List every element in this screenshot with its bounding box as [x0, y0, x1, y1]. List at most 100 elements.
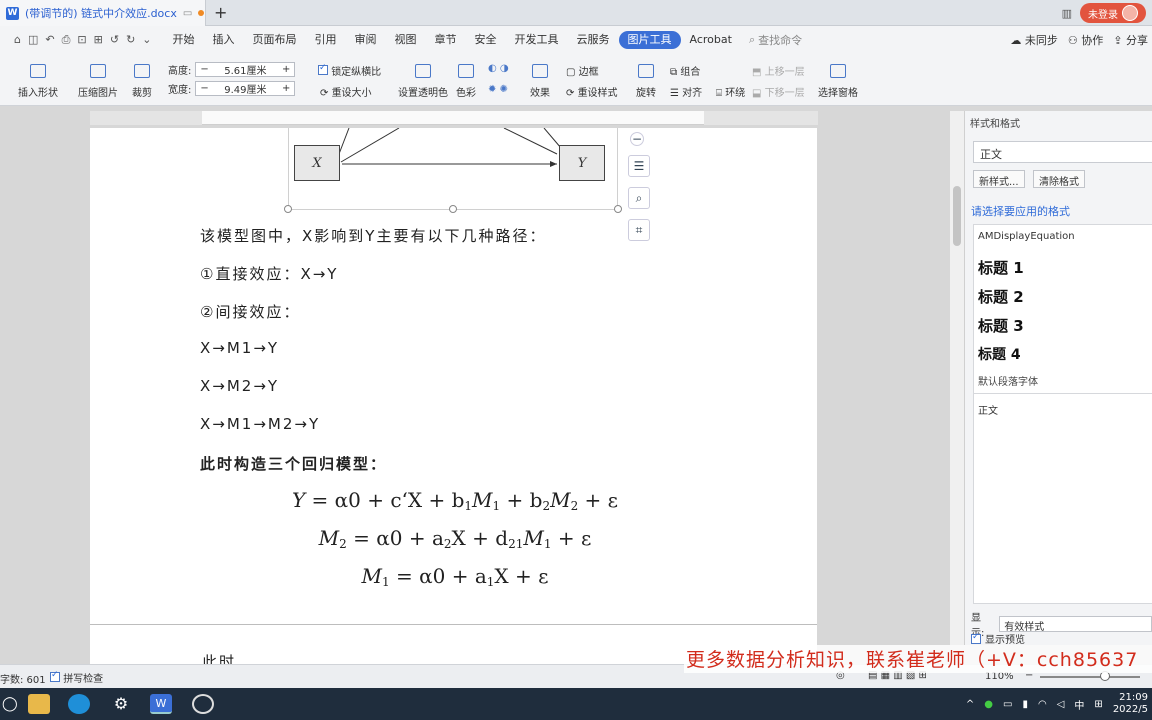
style-item-heading4[interactable]: 标题 4 — [978, 344, 1021, 364]
network-icon[interactable]: ▭ — [1003, 699, 1012, 710]
unsaved-dot-icon[interactable] — [198, 10, 205, 16]
zoom-picture-icon[interactable]: ⌕ — [628, 187, 650, 209]
input-method[interactable]: 中 — [1074, 697, 1084, 712]
height-input[interactable]: −5.61厘米 + — [195, 62, 296, 77]
path-diagram[interactable]: X Y — [288, 128, 618, 210]
tab-window-icon[interactable]: ▭ — [183, 8, 192, 19]
chevron-up-icon[interactable]: ^ — [966, 699, 974, 710]
brightness-icon[interactable]: ◐ ◑ — [488, 63, 509, 74]
color-button[interactable]: 色彩 — [456, 64, 476, 99]
group-button[interactable]: ⧉ 组合 — [670, 63, 700, 78]
wechat-icon[interactable]: ● — [984, 699, 993, 710]
reset-style-button[interactable]: ⟳ 重设样式 — [566, 84, 618, 99]
contrast-icon[interactable]: ✹ ✺ — [488, 84, 508, 95]
style-item-heading2[interactable]: 标题 2 — [978, 286, 1024, 307]
horizontal-ruler[interactable] — [90, 111, 818, 125]
spell-check-button[interactable]: 拼写检查 — [50, 670, 103, 685]
height-label: 高度: — [168, 66, 192, 77]
layout-options-icon[interactable]: ☰ — [628, 155, 650, 177]
clear-format-button[interactable]: 清除格式 — [1033, 170, 1085, 188]
style-item-heading3[interactable]: 标题 3 — [978, 315, 1024, 336]
export-icon[interactable]: ⊞ — [94, 33, 103, 47]
wrap-button[interactable]: ⌸ 环绕 — [716, 84, 745, 99]
send-backward-button[interactable]: ⬓ 下移一层 — [752, 84, 805, 99]
menu-developer[interactable]: 开发工具 — [506, 26, 568, 54]
insert-shape-button[interactable]: 插入形状 — [18, 64, 58, 99]
current-style-field[interactable]: 正文 — [973, 141, 1152, 163]
bring-forward-button[interactable]: ⬒ 上移一层 — [752, 63, 805, 78]
open-icon[interactable]: ◫ — [28, 33, 38, 47]
resize-handle[interactable] — [449, 205, 457, 213]
resize-handle[interactable] — [284, 205, 292, 213]
collapse-icon[interactable]: − — [630, 132, 644, 146]
obs-icon[interactable] — [192, 694, 214, 714]
menu-acrobat[interactable]: Acrobat — [681, 26, 741, 54]
align-button[interactable]: ☰ 对齐 — [670, 84, 702, 99]
document-tab[interactable]: W (带调节的) 链式中介效应.docx ▭ — [0, 0, 206, 26]
scroll-thumb[interactable] — [953, 186, 961, 246]
border-button[interactable]: ▢ 边框 — [566, 63, 599, 78]
lock-ratio-checkbox[interactable]: 锁定纵横比 — [318, 63, 381, 78]
menu-reference[interactable]: 引用 — [306, 26, 346, 54]
equation-1[interactable]: Y = α0 + c‘X + b1M1 + b2M2 + ε — [190, 488, 720, 513]
menu-start[interactable]: 开始 — [164, 26, 204, 54]
ime-grid-icon[interactable]: ⊞ — [1094, 699, 1102, 710]
file-explorer-icon[interactable] — [28, 694, 50, 714]
chevron-down-icon[interactable]: ⌄ — [142, 33, 151, 47]
sync-status[interactable]: ☁ 未同步 — [1010, 32, 1058, 48]
reset-size-button[interactable]: ⟳ 重设大小 — [320, 84, 372, 99]
edge-browser-icon[interactable] — [68, 694, 90, 714]
wifi-icon[interactable]: ◠ — [1038, 699, 1047, 710]
panel-title[interactable]: 样式和格式 — [970, 115, 1020, 130]
settings-gear-icon[interactable]: ⚙ — [110, 694, 132, 714]
compress-picture-button[interactable]: 压缩图片 — [78, 64, 118, 99]
style-item-heading1[interactable]: 标题 1 — [978, 257, 1024, 278]
menu-view[interactable]: 视图 — [386, 26, 426, 54]
menu-insert[interactable]: 插入 — [204, 26, 244, 54]
show-preview-checkbox[interactable]: 显示预览 — [971, 631, 1025, 646]
new-tab-button[interactable]: + — [214, 3, 227, 22]
share-button[interactable]: ⇪ 分享 — [1113, 32, 1148, 48]
resize-handle[interactable] — [614, 205, 622, 213]
undo-icon[interactable]: ↺ — [110, 33, 119, 47]
word-count[interactable]: 字数: 601 — [0, 671, 46, 686]
crop-button[interactable]: 裁剪 — [132, 64, 152, 99]
set-transparent-button[interactable]: 设置透明色 — [398, 64, 448, 99]
menu-picture-tools[interactable]: 图片工具 — [618, 31, 681, 49]
equation-3[interactable]: M1 = α0 + a1X + ε — [190, 564, 720, 589]
vertical-scrollbar[interactable] — [950, 111, 964, 645]
collab-button[interactable]: ⚇ 协作 — [1068, 32, 1103, 48]
style-item[interactable]: AMDisplayEquation — [978, 231, 1075, 242]
show-select[interactable]: 有效样式 — [999, 616, 1152, 633]
menu-chapter[interactable]: 章节 — [426, 26, 466, 54]
rotate-button[interactable]: 旋转 — [636, 64, 656, 99]
new-style-button[interactable]: 新样式... — [973, 170, 1025, 188]
width-input[interactable]: −9.49厘米 + — [195, 81, 296, 96]
menu-cloud[interactable]: 云服务 — [568, 26, 619, 54]
redo-icon[interactable]: ↻ — [126, 33, 135, 47]
effect-button[interactable]: 效果 — [530, 64, 550, 99]
selection-pane-button[interactable]: 选择窗格 — [818, 64, 858, 99]
layout-icon[interactable]: ▥ — [1062, 7, 1072, 20]
volume-icon[interactable]: ◁ — [1057, 699, 1065, 710]
document-page[interactable]: X Y − ☰ ⌕ ⌗ 该模型图中，X影响到Y主要有以下几种路径： ①直接效应：… — [90, 128, 817, 624]
windows-search-icon[interactable]: ◯ — [2, 696, 18, 712]
zoom-slider[interactable] — [1040, 676, 1140, 678]
preview-icon[interactable]: ⊡ — [77, 33, 86, 47]
clock[interactable]: 21:09 2022/5 — [1113, 692, 1148, 716]
wps-writer-icon[interactable]: W — [150, 694, 172, 714]
equation-2[interactable]: M2 = α0 + a2X + d21M1 + ε — [190, 526, 720, 551]
style-item-default-font[interactable]: 默认段落字体 — [978, 373, 1038, 388]
microphone-icon[interactable]: ▮ — [1022, 699, 1028, 710]
login-button[interactable]: 未登录 — [1080, 3, 1146, 23]
menu-security[interactable]: 安全 — [466, 26, 506, 54]
crop-picture-icon[interactable]: ⌗ — [628, 219, 650, 241]
print-icon[interactable]: ⎙ — [62, 33, 71, 47]
undo-history-icon[interactable]: ↶ — [45, 33, 54, 47]
login-label: 未登录 — [1088, 9, 1118, 21]
menu-review[interactable]: 审阅 — [346, 26, 386, 54]
command-search[interactable]: ⌕ 查找命令 — [749, 32, 802, 48]
home-icon[interactable]: ⌂ — [14, 33, 21, 47]
menu-page-layout[interactable]: 页面布局 — [244, 26, 306, 54]
style-item-normal[interactable]: 正文 — [978, 402, 998, 417]
